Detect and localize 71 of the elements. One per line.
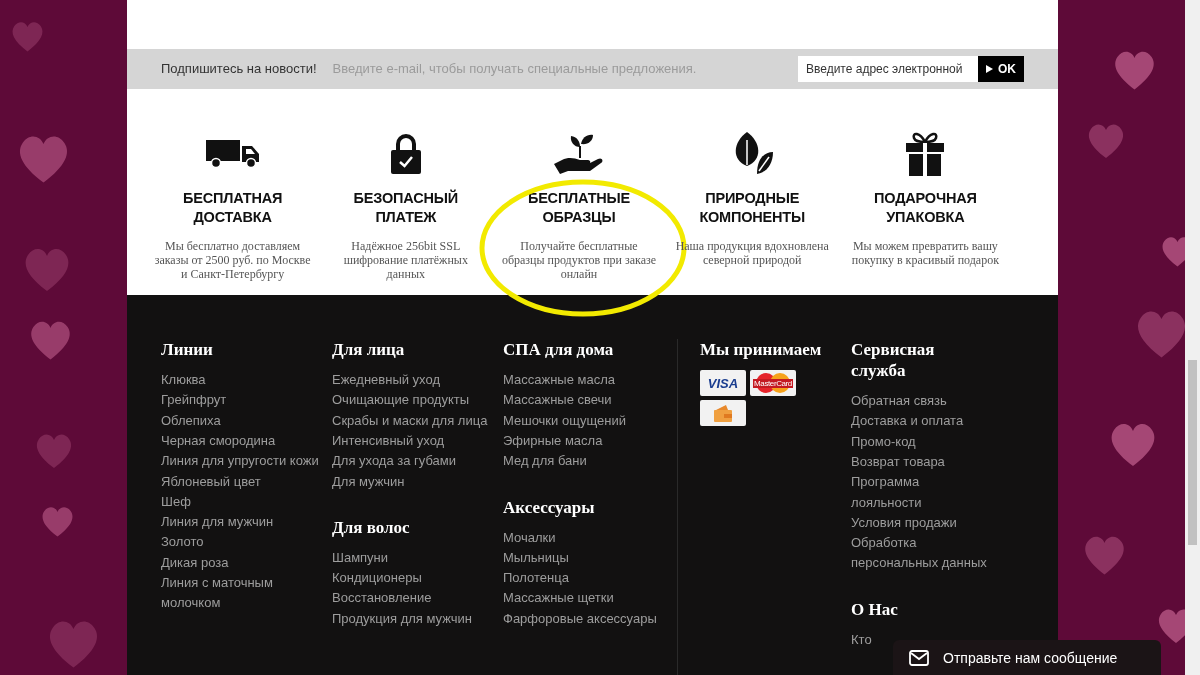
footer-link[interactable]: Мыльницы <box>503 547 579 569</box>
feature-title: БЕЗОПАСНЫЙ ПЛАТЕЖ <box>352 188 459 227</box>
footer-link[interactable]: Мочалки <box>503 527 566 548</box>
footer-heading: Для лица <box>332 339 405 361</box>
footer-link[interactable]: Интенсивный уход <box>332 430 455 452</box>
footer-link[interactable]: Яблоневый цвет <box>161 471 271 492</box>
feature-title: ПОДАРОЧНАЯ УПАКОВКА <box>873 188 978 227</box>
scrollbar-thumb[interactable] <box>1188 360 1197 545</box>
gift-icon <box>906 131 945 176</box>
footer-link[interactable]: Фарфоровые аксессуары <box>503 608 667 629</box>
footer-link[interactable]: Массажные щетки <box>503 588 624 609</box>
footer-link[interactable]: Для ухода за губами <box>332 451 467 472</box>
footer-link[interactable]: Линия для упругости кожи <box>161 451 329 472</box>
footer-link[interactable]: Линия для мужчин <box>161 512 284 533</box>
footer-link[interactable]: Мед для бани <box>503 451 597 472</box>
feature-title: ПРИРОДНЫЕ КОМПОНЕНТЫ <box>698 188 806 227</box>
padlock-icon <box>390 133 421 174</box>
chat-button[interactable]: Отправьте нам сообщение <box>893 640 1161 675</box>
feature-title: БЕСПЛАТНЫЕ ОБРАЗЦЫ <box>526 188 632 227</box>
footer-link[interactable]: Условия продажи <box>851 512 967 534</box>
footer-link[interactable]: Обратная связь <box>851 391 957 412</box>
footer-link[interactable]: Черная смородина <box>161 430 286 452</box>
footer-link[interactable]: Продукция для мужчин <box>332 608 482 629</box>
footer-heading: Аксессуары <box>503 496 595 518</box>
footer-link[interactable]: Промо-код <box>851 431 926 452</box>
footer-link[interactable]: Для мужчин <box>332 471 415 492</box>
payment-card: MasterCard <box>750 370 796 397</box>
footer-link[interactable]: Обработка персональных данных <box>851 533 1001 574</box>
footer-heading: СПА для дома <box>503 339 614 361</box>
footer-link[interactable]: Массажные масла <box>503 370 625 391</box>
envelope-icon <box>909 649 929 666</box>
footer-heading: Мы принимаем <box>700 339 823 361</box>
footer-link[interactable]: Очищающие продукты <box>332 390 480 411</box>
payment-card: VISA <box>700 370 746 397</box>
footer-link[interactable]: Скрабы и маски для лица <box>332 410 498 431</box>
feature-description: Мы бесплатно доставляем заказы от 2500 руб. по Москве и Санкт-Петербургу <box>154 238 311 281</box>
footer-link[interactable]: Кто <box>851 629 882 650</box>
footer-link[interactable]: Клюква <box>161 370 216 391</box>
footer-link[interactable]: Возврат товара <box>851 451 955 473</box>
footer-link[interactable]: Ежедневный уход <box>332 370 450 391</box>
newsletter-title: Подпишитесь на новости! <box>161 61 317 77</box>
footer-link[interactable]: Дикая роза <box>161 552 239 573</box>
footer-link[interactable]: Восстановление <box>332 588 442 609</box>
footer-heading: Для волос <box>332 516 410 538</box>
footer-link[interactable]: Облепиха <box>161 410 231 431</box>
footer-link[interactable]: Мешочки ощущений <box>503 410 636 431</box>
footer-heading: Сервисная служба <box>851 339 936 382</box>
footer-link[interactable]: Шампуни <box>332 547 399 569</box>
footer-link[interactable]: Золото <box>161 532 214 553</box>
truck-icon <box>205 139 260 168</box>
newsletter-hint: Введите e-mail, чтобы получать специальные предложения. <box>332 61 697 77</box>
play-icon <box>986 64 993 73</box>
footer-link[interactable]: Полотенца <box>503 568 579 589</box>
footer-link[interactable]: Программа лояльности <box>851 472 1001 513</box>
feature-description: Получайте бесплатные образцы продуктов при заказе онлайн <box>501 238 657 281</box>
email-field[interactable]: Введите адрес электронной <box>798 55 978 82</box>
hand-plant-icon <box>554 133 604 174</box>
footer-heading: Линии <box>161 339 213 361</box>
footer-heading: О Нас <box>851 598 899 620</box>
footer-link[interactable]: Кондиционеры <box>332 568 432 589</box>
footer-link[interactable]: Шеф <box>161 491 201 513</box>
feature-description: Надёжное 256bit SSL шифрование платёжных данных <box>342 238 469 281</box>
footer-link[interactable]: Массажные свечи <box>503 390 622 411</box>
feature-description: Мы можем превратить вашу покупку в красивый подарок <box>850 238 1000 267</box>
footer-link[interactable]: Линия с маточным молочком <box>161 573 329 614</box>
footer-link[interactable]: Доставка и оплата <box>851 411 974 432</box>
subscribe-button[interactable]: OK <box>978 55 1024 82</box>
wallet-icon <box>712 403 734 424</box>
feature-title: БЕСПЛАТНАЯ ДОСТАВКА <box>182 188 284 227</box>
footer-link[interactable]: Грейпфрут <box>161 390 237 411</box>
footer-link[interactable]: Эфирные масла <box>503 430 613 452</box>
